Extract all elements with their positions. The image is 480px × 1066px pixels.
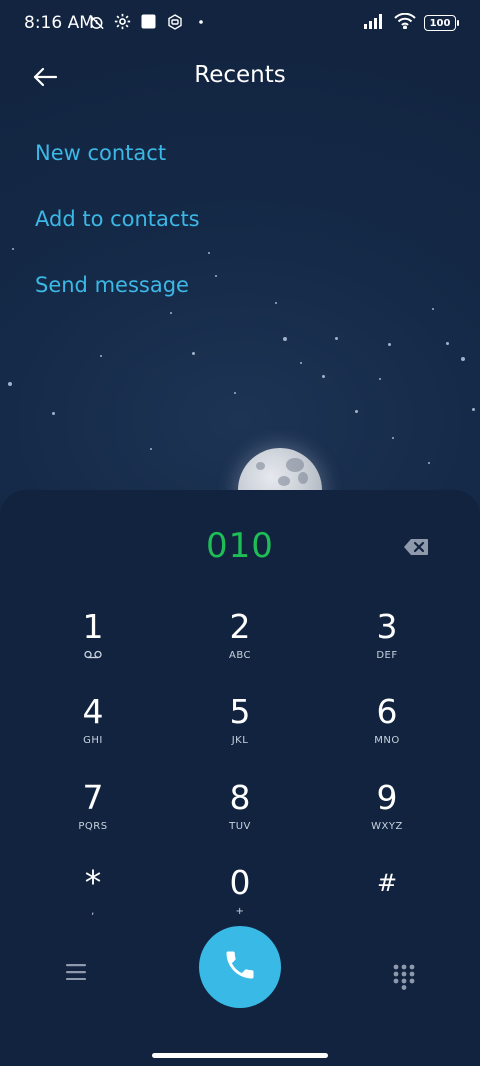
- page-title: Recents: [194, 62, 286, 88]
- dial-key-6[interactable]: 6 MNO: [327, 693, 447, 763]
- dial-key-4[interactable]: 4 GHI: [33, 693, 153, 763]
- star: [234, 392, 236, 394]
- star: [208, 252, 210, 254]
- key-digit: 7: [82, 778, 104, 817]
- star: [275, 302, 277, 304]
- star: [461, 357, 465, 361]
- key-digit: 5: [229, 692, 251, 731]
- star: [388, 343, 391, 346]
- status-bar: 8:16 AM 100: [0, 0, 480, 48]
- home-indicator[interactable]: [152, 1053, 328, 1058]
- dial-key-9[interactable]: 9 WXYZ: [327, 779, 447, 849]
- phone-icon: [222, 947, 258, 987]
- dial-key-star[interactable]: * ,: [33, 864, 153, 934]
- star: [52, 412, 55, 415]
- star: [12, 248, 14, 250]
- key-letters: WXYZ: [371, 821, 403, 832]
- settings-icon: [114, 13, 131, 30]
- star: [170, 312, 172, 314]
- key-letters: DEF: [376, 650, 398, 661]
- add-to-contacts-option[interactable]: Add to contacts: [35, 207, 200, 231]
- dial-key-1[interactable]: 1: [33, 608, 153, 678]
- key-digit: 6: [376, 692, 398, 731]
- key-letters: ABC: [228, 650, 251, 661]
- square-icon: [140, 13, 157, 30]
- dial-key-2[interactable]: 2 ABC: [180, 608, 300, 678]
- star: [150, 448, 152, 450]
- voicemail-icon: [33, 650, 153, 662]
- star: [215, 275, 217, 277]
- send-message-option[interactable]: Send message: [35, 273, 189, 297]
- menu-icon[interactable]: [66, 964, 86, 981]
- star: [100, 355, 102, 357]
- star: [392, 437, 394, 439]
- key-letters: JKL: [231, 735, 249, 746]
- wifi-icon: [394, 12, 416, 33]
- star: [379, 378, 381, 380]
- signal-icon: [364, 13, 386, 33]
- key-digit: 4: [82, 692, 104, 731]
- key-digit: 9: [376, 778, 398, 817]
- key-letters: PQRS: [78, 821, 108, 832]
- dial-key-5[interactable]: 5 JKL: [180, 693, 300, 763]
- dot-icon: [192, 13, 209, 30]
- battery-icon: 100: [424, 15, 459, 31]
- key-letters: GHI: [83, 735, 103, 746]
- star: [8, 382, 12, 386]
- key-letters: +: [235, 906, 245, 917]
- key-digit: #: [376, 869, 398, 897]
- key-letters: ,: [91, 906, 95, 917]
- new-contact-option[interactable]: New contact: [35, 141, 166, 165]
- star: [428, 462, 430, 464]
- key-digit: 8: [229, 778, 251, 817]
- star: [446, 342, 449, 345]
- star: [322, 375, 325, 378]
- star: [300, 362, 302, 364]
- dial-key-8[interactable]: 8 TUV: [180, 779, 300, 849]
- star: [472, 408, 475, 411]
- dial-key-7[interactable]: 7 PQRS: [33, 779, 153, 849]
- key-letters: MNO: [374, 735, 400, 746]
- key-digit: 1: [82, 607, 104, 646]
- key-digit: *: [84, 863, 102, 902]
- alarm-off-icon: [88, 13, 105, 30]
- key-digit: 3: [376, 607, 398, 646]
- dial-key-hash[interactable]: #: [327, 864, 447, 934]
- backspace-icon[interactable]: [403, 537, 429, 557]
- call-button[interactable]: [199, 926, 281, 1008]
- star: [432, 308, 434, 310]
- star: [283, 337, 287, 341]
- dial-key-3[interactable]: 3 DEF: [327, 608, 447, 678]
- dial-key-0[interactable]: 0 +: [180, 864, 300, 934]
- star: [335, 337, 338, 340]
- mi-icon: [166, 13, 183, 30]
- key-letters: TUV: [229, 821, 251, 832]
- dialpad-toggle-icon[interactable]: [393, 964, 415, 990]
- key-digit: 0: [229, 863, 251, 902]
- star: [355, 410, 358, 413]
- status-time: 8:16 AM: [24, 13, 94, 33]
- star: [192, 352, 195, 355]
- key-digit: 2: [229, 607, 251, 646]
